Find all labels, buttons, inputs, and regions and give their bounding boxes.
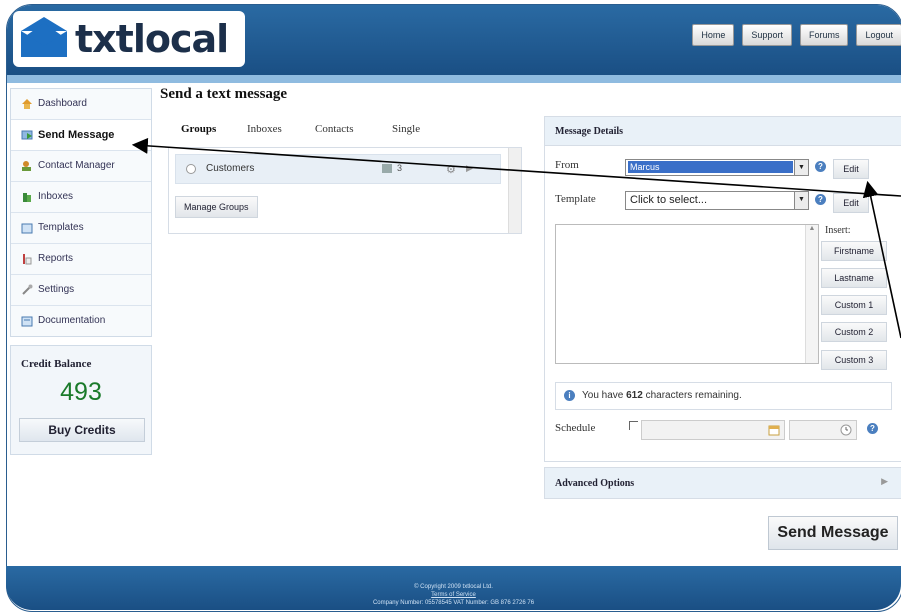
chevron-down-icon[interactable]: ▼ bbox=[794, 192, 808, 209]
gear-icon[interactable]: ⚙ bbox=[446, 163, 456, 176]
envelope-logo-icon bbox=[21, 17, 67, 57]
sidebar-item-label: Dashboard bbox=[38, 98, 87, 109]
forums-button[interactable]: Forums bbox=[799, 24, 849, 46]
clock-icon[interactable] bbox=[840, 424, 852, 436]
from-select[interactable]: Marcus ▼ bbox=[625, 159, 809, 176]
insert-lastname-button[interactable]: Lastname bbox=[821, 268, 887, 288]
schedule-time-input[interactable] bbox=[789, 420, 857, 440]
advanced-options-bar[interactable]: Advanced Options ▶ bbox=[544, 467, 901, 499]
edit-from-button[interactable]: Edit bbox=[833, 159, 869, 179]
credit-balance-title: Credit Balance bbox=[21, 358, 92, 370]
home-icon bbox=[22, 99, 32, 109]
manage-groups-button[interactable]: Manage Groups bbox=[175, 196, 258, 218]
top-navigation: Home Support Forums Logout bbox=[692, 24, 901, 46]
insert-label: Insert: bbox=[825, 225, 851, 236]
chars-count: 612 bbox=[626, 390, 643, 401]
sidebar-item-label: Inboxes bbox=[38, 191, 74, 202]
credit-balance-panel: Credit Balance 493 Buy Credits bbox=[10, 345, 152, 455]
tab-inboxes[interactable]: Inboxes bbox=[247, 123, 282, 135]
insert-firstname-button[interactable]: Firstname bbox=[821, 241, 887, 261]
groups-scrollbar[interactable] bbox=[508, 148, 521, 233]
logout-button[interactable]: Logout bbox=[856, 24, 901, 46]
info-icon: i bbox=[564, 390, 575, 401]
group-radio[interactable] bbox=[186, 164, 196, 174]
help-icon[interactable]: ? bbox=[867, 423, 878, 434]
chars-suffix: characters remaining. bbox=[642, 390, 742, 401]
schedule-date-input[interactable] bbox=[641, 420, 785, 440]
message-details-header: Message Details bbox=[545, 117, 901, 146]
schedule-checkbox[interactable] bbox=[629, 421, 638, 430]
tab-single[interactable]: Single bbox=[392, 123, 420, 135]
message-details-panel: Message Details From Marcus ▼ ? Edit Tem… bbox=[544, 116, 901, 462]
advanced-options-title: Advanced Options bbox=[555, 478, 635, 489]
tab-groups[interactable]: Groups bbox=[181, 123, 216, 135]
chevron-right-icon: ▶ bbox=[881, 476, 888, 486]
template-label: Template bbox=[555, 193, 596, 205]
sidebar-item-settings[interactable]: Settings bbox=[11, 275, 151, 306]
sidebar-item-dashboard[interactable]: Dashboard bbox=[11, 89, 151, 120]
sidebar-item-label: Documentation bbox=[38, 315, 106, 326]
group-row[interactable]: Customers 3 ⚙ ▶ bbox=[175, 154, 501, 184]
message-textarea[interactable]: ▲ bbox=[555, 224, 819, 364]
logo[interactable]: txtlocal bbox=[13, 11, 245, 67]
footer-company-info: Company Number: 05578545 VAT Number: GB … bbox=[372, 600, 535, 606]
template-value: Click to select... bbox=[630, 194, 708, 206]
sidebar-item-label: Settings bbox=[38, 284, 75, 295]
sidebar-item-label: Templates bbox=[38, 222, 84, 233]
help-icon[interactable]: ? bbox=[815, 194, 826, 205]
home-button[interactable]: Home bbox=[692, 24, 735, 46]
play-arrow-icon[interactable]: ▶ bbox=[466, 163, 473, 174]
document-icon bbox=[21, 316, 33, 327]
footer-copyright: © Copyright 2009 txtlocal Ltd. bbox=[414, 584, 493, 590]
template-icon bbox=[21, 223, 33, 234]
group-count: 3 bbox=[397, 163, 403, 173]
group-name: Customers bbox=[206, 163, 255, 174]
send-icon bbox=[21, 130, 33, 140]
message-details-title: Message Details bbox=[555, 126, 624, 137]
sidebar-item-reports[interactable]: Reports bbox=[11, 244, 151, 275]
insert-custom3-button[interactable]: Custom 3 bbox=[821, 350, 887, 370]
logo-text: txtlocal bbox=[75, 17, 229, 61]
wrench-icon bbox=[22, 284, 33, 295]
groups-panel: Customers 3 ⚙ ▶ Manage Groups bbox=[168, 147, 522, 234]
header-bar: txtlocal Home Support Forums Logout bbox=[7, 5, 901, 75]
contacts-count-icon bbox=[382, 164, 392, 173]
schedule-label: Schedule bbox=[555, 422, 596, 434]
tab-contacts[interactable]: Contacts bbox=[315, 123, 354, 135]
insert-custom2-button[interactable]: Custom 2 bbox=[821, 322, 887, 342]
send-message-button[interactable]: Send Message bbox=[768, 516, 898, 550]
sidebar-item-inboxes[interactable]: Inboxes bbox=[11, 182, 151, 213]
chevron-down-icon[interactable]: ▼ bbox=[794, 160, 808, 175]
sidebar-item-templates[interactable]: Templates bbox=[11, 213, 151, 244]
reports-icon bbox=[23, 254, 32, 265]
terms-of-service-link[interactable]: Terms of Service bbox=[6, 592, 901, 598]
insert-custom1-button[interactable]: Custom 1 bbox=[821, 295, 887, 315]
help-icon[interactable]: ? bbox=[815, 161, 826, 172]
credit-balance-value: 493 bbox=[60, 378, 102, 406]
sidebar: Dashboard Send Message Contact Manager I… bbox=[10, 88, 152, 337]
from-value: Marcus bbox=[628, 161, 793, 173]
edit-template-button[interactable]: Edit bbox=[833, 193, 869, 213]
sidebar-item-send-message[interactable]: Send Message bbox=[11, 120, 151, 151]
textarea-scrollbar[interactable]: ▲ bbox=[805, 225, 818, 363]
sidebar-item-label: Send Message bbox=[38, 129, 115, 141]
inbox-icon bbox=[23, 193, 31, 202]
from-label: From bbox=[555, 159, 579, 171]
page-title: Send a text message bbox=[160, 86, 288, 102]
calendar-icon[interactable] bbox=[768, 424, 780, 436]
template-select[interactable]: Click to select... ▼ bbox=[625, 191, 809, 210]
sidebar-item-label: Reports bbox=[38, 253, 74, 264]
characters-remaining-text: You have 612 characters remaining. bbox=[582, 390, 742, 401]
footer: © Copyright 2009 txtlocal Ltd. Terms of … bbox=[6, 566, 901, 610]
sidebar-item-documentation[interactable]: Documentation bbox=[11, 306, 151, 336]
chars-prefix: You have bbox=[582, 390, 627, 401]
buy-credits-button[interactable]: Buy Credits bbox=[19, 418, 145, 442]
characters-remaining-box: i You have 612 characters remaining. bbox=[555, 382, 892, 410]
recipient-tabs: Groups Inboxes Contacts Single bbox=[165, 117, 521, 148]
contacts-icon bbox=[22, 161, 31, 171]
sidebar-item-label: Contact Manager bbox=[38, 160, 115, 171]
header-stripe bbox=[7, 75, 901, 83]
sidebar-item-contact-manager[interactable]: Contact Manager bbox=[11, 151, 151, 182]
support-button[interactable]: Support bbox=[742, 24, 792, 46]
